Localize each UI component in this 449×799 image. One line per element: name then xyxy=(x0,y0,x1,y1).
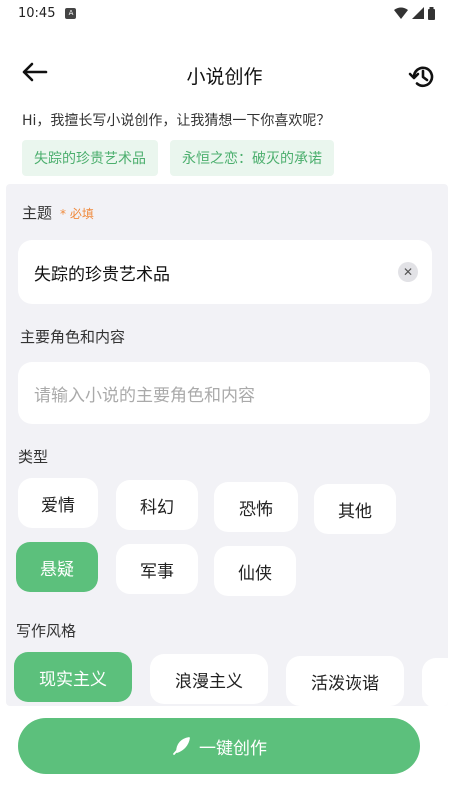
notification-icon: A xyxy=(65,7,77,19)
page-title: 小说创作 xyxy=(186,66,263,88)
status-icons xyxy=(394,6,435,20)
suggestion-row: 失踪的珍贵艺术品 永恒之恋：破灭的承诺 xyxy=(22,140,334,176)
status-bar: 10:45 A xyxy=(0,0,449,26)
create-button[interactable]: 一键创作 xyxy=(18,718,420,774)
intro-text: Hi，我擅长写小说创作，让我猜想一下你喜欢呢？ xyxy=(22,113,331,129)
create-button-label: 一键创作 xyxy=(199,738,267,759)
genre-chip[interactable]: 军事 xyxy=(116,544,198,594)
history-icon xyxy=(408,66,434,88)
genre-chip[interactable]: 其他 xyxy=(314,484,396,534)
style-chip-selected[interactable]: 现实主义 xyxy=(14,652,132,702)
genre-label: 类型 xyxy=(18,448,49,466)
style-chip[interactable]: 活泼诙谐 xyxy=(286,656,404,706)
characters-label: 主要角色和内容 xyxy=(20,328,126,346)
status-time: 10:45 xyxy=(18,5,56,21)
suggestion-chip[interactable]: 永恒之恋：破灭的承诺 xyxy=(170,140,334,176)
feather-icon xyxy=(173,737,190,755)
theme-input-value: 失踪的珍贵艺术品 xyxy=(34,264,170,285)
form-panel: 主题 * 必填 失踪的珍贵艺术品 ✕ 主要角色和内容 请输入小说的主要角色和内容 … xyxy=(6,184,448,706)
theme-label: 主题 * 必填 xyxy=(22,202,94,223)
clear-icon[interactable]: ✕ xyxy=(398,262,418,282)
style-chip-partial[interactable] xyxy=(422,658,448,706)
genre-chip-selected[interactable]: 悬疑 xyxy=(16,542,98,592)
wifi-icon xyxy=(394,7,408,19)
genre-chip[interactable]: 科幻 xyxy=(116,480,198,530)
theme-label-text: 主题 xyxy=(22,204,53,222)
history-button[interactable] xyxy=(407,62,437,92)
style-label: 写作风格 xyxy=(16,622,77,640)
genre-chip[interactable]: 仙侠 xyxy=(214,546,296,596)
genre-chip[interactable]: 恐怖 xyxy=(214,482,298,532)
theme-input[interactable]: 失踪的珍贵艺术品 ✕ xyxy=(18,240,432,304)
battery-icon xyxy=(428,6,435,20)
characters-input[interactable]: 请输入小说的主要角色和内容 xyxy=(18,362,430,424)
genre-chip[interactable]: 爱情 xyxy=(18,478,98,528)
signal-icon xyxy=(412,7,424,19)
suggestion-chip[interactable]: 失踪的珍贵艺术品 xyxy=(22,140,158,176)
style-chip[interactable]: 浪漫主义 xyxy=(150,654,268,704)
header: 小说创作 xyxy=(0,48,449,104)
required-badge: * 必填 xyxy=(60,207,94,221)
characters-placeholder: 请输入小说的主要角色和内容 xyxy=(34,385,255,406)
